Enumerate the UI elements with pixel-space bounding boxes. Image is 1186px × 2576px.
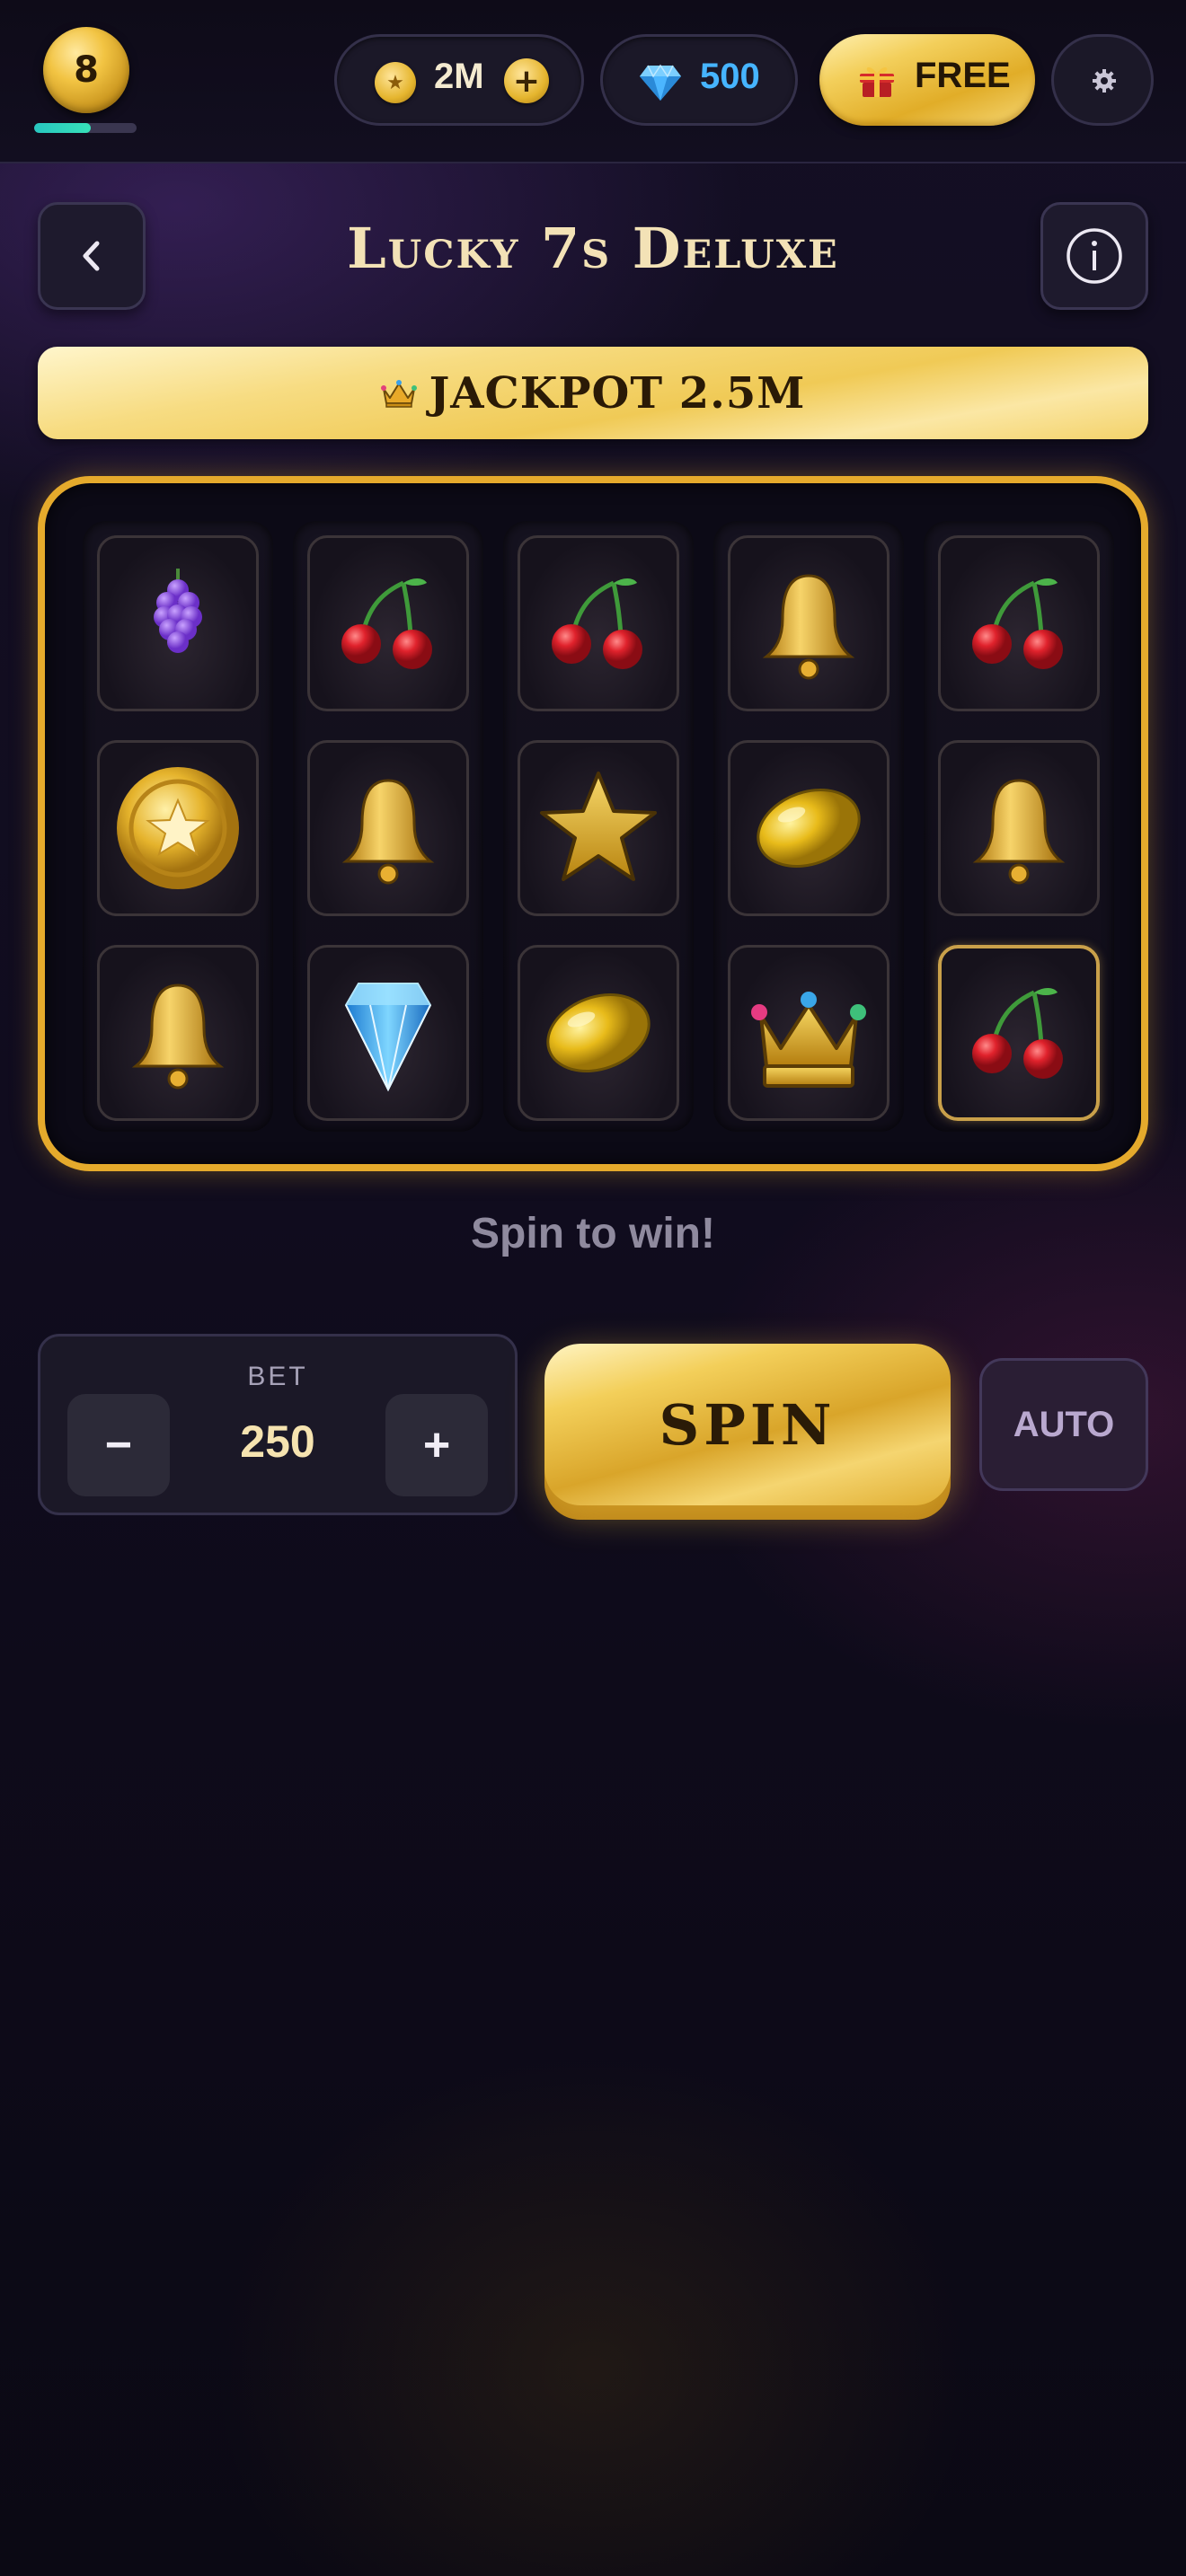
bell-icon	[341, 779, 435, 885]
gem-balance[interactable]: 500	[600, 34, 798, 126]
slot-cell	[307, 535, 469, 711]
game-title: Lucky 7s Deluxe	[347, 216, 839, 281]
slot-cell	[728, 945, 890, 1121]
bell-icon	[762, 574, 855, 680]
slot-cell	[97, 945, 259, 1121]
lemon-icon	[757, 788, 861, 869]
free-label: FREE	[915, 56, 1011, 95]
reel-5	[924, 521, 1114, 1132]
lemon-icon	[546, 992, 651, 1073]
gear-icon	[1093, 69, 1116, 93]
decrease-bet-button[interactable]: −	[67, 1394, 170, 1496]
bet-panel: BET − 250 +	[38, 1334, 518, 1515]
slot-cell	[938, 740, 1100, 916]
star-icon	[540, 772, 657, 881]
jackpot-amount: JACKPOT 2.5M	[429, 367, 806, 419]
slot-cell	[518, 740, 679, 916]
slot-cell	[518, 535, 679, 711]
slot-machine-frame	[38, 476, 1148, 1171]
crown-icon	[380, 379, 417, 408]
bell-icon	[972, 779, 1066, 885]
spin-button[interactable]: SPIN	[544, 1344, 951, 1505]
slot-cell	[728, 740, 890, 916]
coin-amount: 2M	[434, 57, 484, 96]
slot-cell	[307, 945, 469, 1121]
gem-amount: 500	[700, 57, 760, 96]
coin-icon: ★	[375, 62, 416, 103]
gift-icon	[860, 66, 894, 97]
slot-cell	[938, 535, 1100, 711]
bell-icon	[131, 984, 225, 1090]
slot-cell	[97, 740, 259, 916]
reel-1	[83, 521, 273, 1132]
xp-progress-fill	[34, 123, 91, 133]
status-message: Spin to win!	[471, 1210, 715, 1257]
slot-cell	[307, 740, 469, 916]
bet-label: BET	[247, 1362, 308, 1391]
slot-cell	[518, 945, 679, 1121]
cherries-icon	[972, 988, 1063, 1079]
auto-spin-button[interactable]: AUTO	[979, 1358, 1148, 1491]
info-icon	[1067, 228, 1122, 284]
coin-balance[interactable]: ★ 2M +	[334, 34, 584, 126]
grapes-icon	[154, 569, 202, 653]
diamond-icon	[344, 983, 432, 1092]
settings-button[interactable]	[1051, 34, 1154, 126]
level-badge[interactable]: 8	[43, 27, 129, 113]
reel-2	[293, 521, 483, 1132]
gem-icon	[640, 64, 681, 101]
cherries-icon	[552, 578, 642, 669]
jackpot-banner: JACKPOT 2.5M	[38, 347, 1148, 439]
info-button[interactable]	[1040, 202, 1148, 310]
xp-progress-bar	[34, 123, 137, 133]
coin-icon	[117, 767, 239, 889]
spin-label: SPIN	[659, 1391, 836, 1458]
cherries-icon	[341, 578, 432, 669]
increase-bet-button[interactable]: +	[385, 1394, 488, 1496]
slot-cell	[97, 535, 259, 711]
level-number: 8	[74, 49, 99, 91]
bet-value: 250	[240, 1416, 315, 1467]
back-button[interactable]	[38, 202, 146, 310]
reel-3	[503, 521, 694, 1132]
top-bar: 8 ★ 2M + 500 FREE	[0, 0, 1186, 163]
cherries-icon	[972, 578, 1063, 669]
reel-4	[713, 521, 904, 1132]
slot-cell	[938, 945, 1100, 1121]
chevron-left-icon	[83, 241, 100, 271]
crown-icon	[751, 992, 866, 1088]
add-coins-button[interactable]: +	[504, 58, 549, 103]
free-gift-button[interactable]: FREE	[819, 34, 1035, 126]
slot-cell	[728, 535, 890, 711]
